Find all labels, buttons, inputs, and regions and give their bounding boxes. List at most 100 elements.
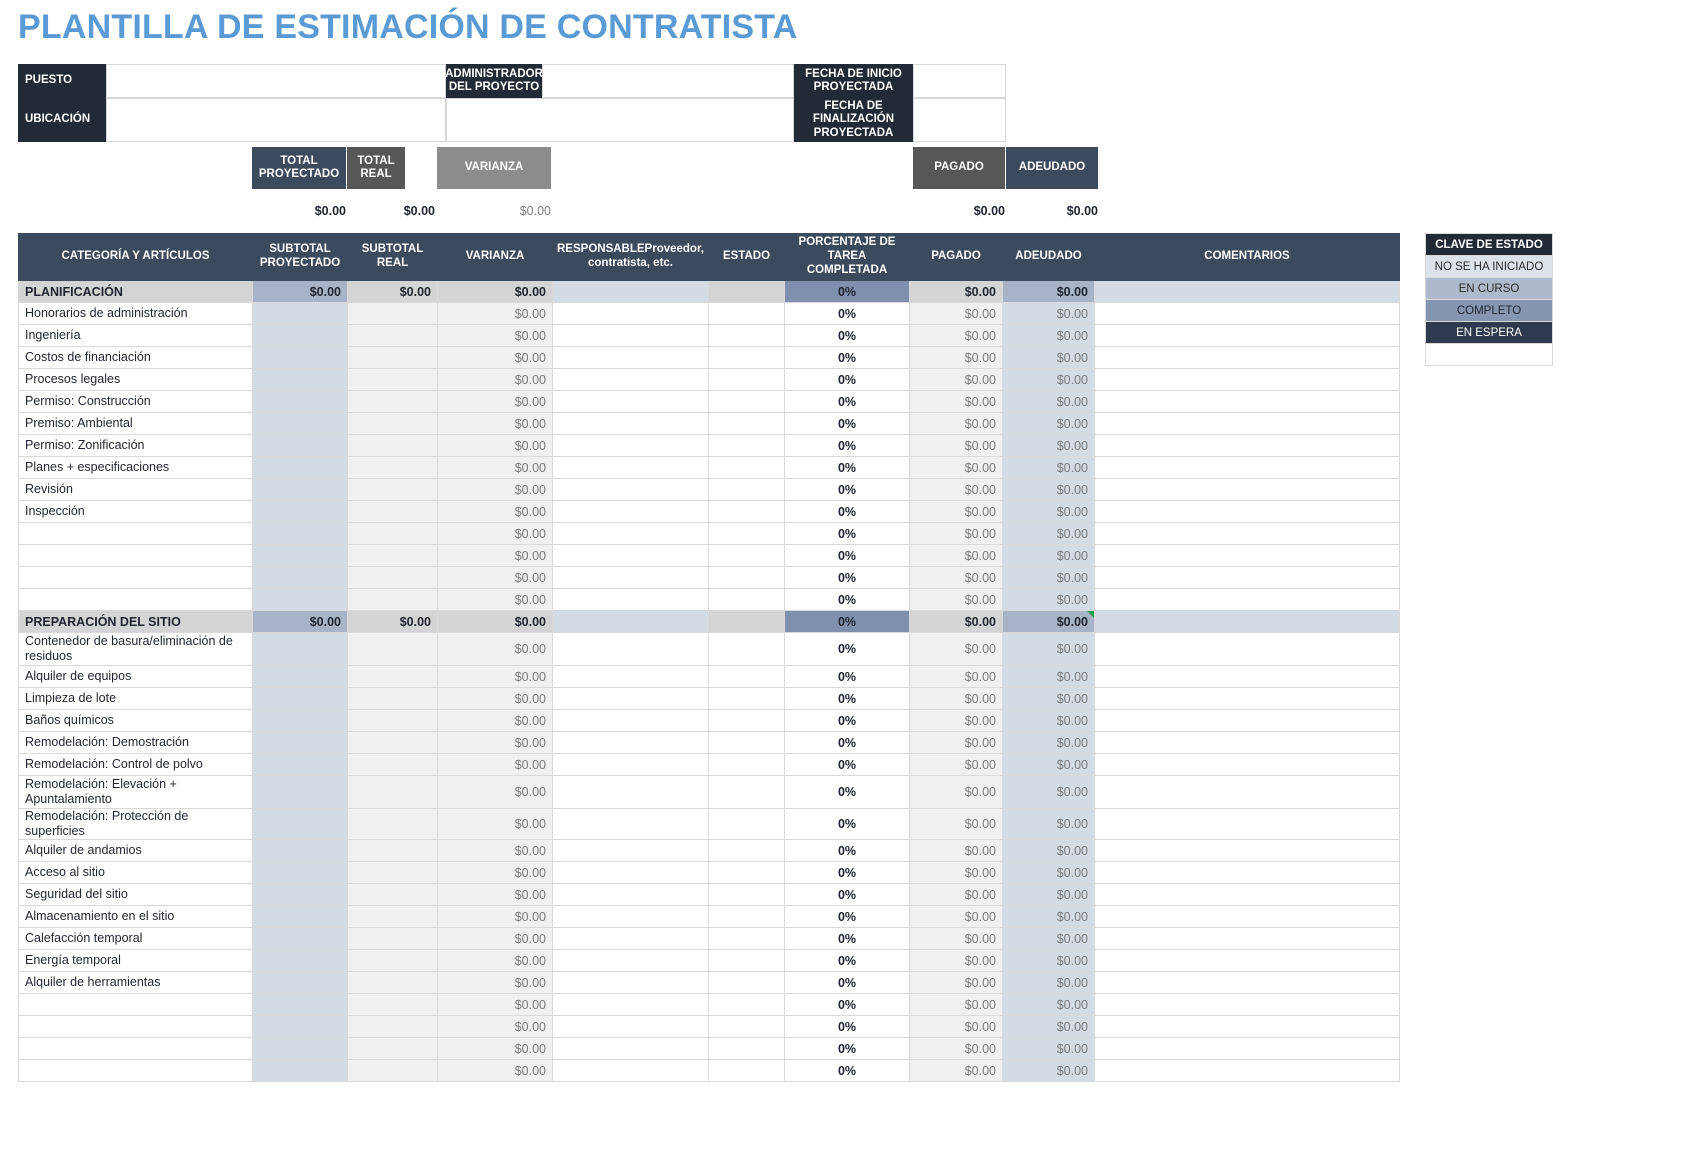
cell-estado[interactable]	[708, 861, 785, 884]
cell-estado[interactable]	[708, 949, 785, 972]
cell-estado[interactable]	[708, 456, 785, 479]
cell-responsable[interactable]	[552, 434, 709, 457]
cell-pagado[interactable]: $0.00	[909, 632, 1003, 666]
cell-pagado[interactable]: $0.00	[909, 500, 1003, 523]
cell-varianza[interactable]: $0.00	[437, 522, 553, 545]
cell-comentarios[interactable]	[1094, 971, 1400, 994]
cell-adeudado[interactable]: $0.00	[1002, 971, 1095, 994]
category-cell-name[interactable]: PREPARACIÓN DEL SITIO	[18, 610, 253, 633]
cell-estado[interactable]	[708, 390, 785, 413]
cell-varianza[interactable]: $0.00	[437, 775, 553, 809]
cell-comentarios[interactable]	[1094, 905, 1400, 928]
table-row[interactable]: Seguridad del sitio $0.00 0% $0.00 $0.00	[18, 883, 1400, 906]
cell-responsable[interactable]	[552, 478, 709, 501]
cell-real[interactable]	[347, 808, 438, 840]
cell-pagado[interactable]: $0.00	[909, 839, 1003, 862]
cell-proyectado[interactable]	[252, 775, 348, 809]
cell-proyectado[interactable]	[252, 1059, 348, 1082]
cell-estado[interactable]	[708, 346, 785, 369]
cell-proyectado[interactable]	[252, 544, 348, 567]
cell-adeudado[interactable]: $0.00	[1002, 632, 1095, 666]
cell-varianza[interactable]: $0.00	[437, 566, 553, 589]
cell-pagado[interactable]: $0.00	[909, 588, 1003, 611]
cell-porcentaje[interactable]: 0%	[784, 302, 910, 325]
cell-proyectado[interactable]	[252, 302, 348, 325]
cell-comentarios[interactable]	[1094, 731, 1400, 754]
cell-real[interactable]	[347, 905, 438, 928]
cell-comentarios[interactable]	[1094, 632, 1400, 666]
cell-real[interactable]	[347, 346, 438, 369]
cell-responsable[interactable]	[552, 775, 709, 809]
cell-proyectado[interactable]	[252, 566, 348, 589]
cell-adeudado[interactable]: $0.00	[1002, 665, 1095, 688]
cell-name[interactable]: Inspección	[18, 500, 253, 523]
table-row[interactable]: Alquiler de andamios $0.00 0% $0.00 $0.00	[18, 839, 1400, 862]
table-row[interactable]: Permiso: Zonificación $0.00 0% $0.00 $0.00	[18, 434, 1400, 457]
cell-name[interactable]	[18, 522, 253, 545]
cell-porcentaje[interactable]: 0%	[784, 544, 910, 567]
cell-adeudado[interactable]: $0.00	[1002, 687, 1095, 710]
cell-responsable[interactable]	[552, 883, 709, 906]
cell-pagado[interactable]: $0.00	[909, 949, 1003, 972]
cell-comentarios[interactable]	[1094, 434, 1400, 457]
cell-comentarios[interactable]	[1094, 412, 1400, 435]
cell-adeudado[interactable]: $0.00	[1002, 588, 1095, 611]
category-cell-porcentaje[interactable]: 0%	[784, 610, 910, 633]
table-row[interactable]: $0.00 0% $0.00 $0.00	[18, 1059, 1400, 1082]
table-row[interactable]: Honorarios de administración $0.00 0% $0.00…	[18, 302, 1400, 325]
cell-real[interactable]	[347, 949, 438, 972]
category-cell-porcentaje[interactable]: 0%	[784, 280, 910, 303]
cell-responsable[interactable]	[552, 1015, 709, 1038]
cell-porcentaje[interactable]: 0%	[784, 500, 910, 523]
category-row[interactable]: PLANIFICACIÓN $0.00 $0.00 $0.00 0% $0.00 $0.00	[18, 280, 1400, 303]
cell-porcentaje[interactable]: 0%	[784, 390, 910, 413]
cell-responsable[interactable]	[552, 839, 709, 862]
cell-proyectado[interactable]	[252, 753, 348, 776]
cell-real[interactable]	[347, 566, 438, 589]
cell-varianza[interactable]: $0.00	[437, 632, 553, 666]
cell-adeudado[interactable]: $0.00	[1002, 883, 1095, 906]
cell-porcentaje[interactable]: 0%	[784, 753, 910, 776]
cell-real[interactable]	[347, 544, 438, 567]
cell-responsable[interactable]	[552, 566, 709, 589]
cell-comentarios[interactable]	[1094, 544, 1400, 567]
cell-pagado[interactable]: $0.00	[909, 905, 1003, 928]
cell-name[interactable]: Energía temporal	[18, 949, 253, 972]
table-row[interactable]: Alquiler de herramientas $0.00 0% $0.00 $0.0…	[18, 971, 1400, 994]
cell-name[interactable]: Remodelación: Protección de superficies	[18, 808, 253, 840]
cell-real[interactable]	[347, 478, 438, 501]
cell-comentarios[interactable]	[1094, 456, 1400, 479]
cell-porcentaje[interactable]: 0%	[784, 434, 910, 457]
cell-varianza[interactable]: $0.00	[437, 808, 553, 840]
cell-pagado[interactable]: $0.00	[909, 709, 1003, 732]
cell-varianza[interactable]: $0.00	[437, 302, 553, 325]
cell-estado[interactable]	[708, 993, 785, 1016]
cell-name[interactable]: Calefacción temporal	[18, 927, 253, 950]
cell-real[interactable]	[347, 390, 438, 413]
cell-responsable[interactable]	[552, 905, 709, 928]
cell-comentarios[interactable]	[1094, 775, 1400, 809]
cell-real[interactable]	[347, 709, 438, 732]
cell-porcentaje[interactable]: 0%	[784, 731, 910, 754]
cell-proyectado[interactable]	[252, 927, 348, 950]
cell-porcentaje[interactable]: 0%	[784, 588, 910, 611]
cell-responsable[interactable]	[552, 861, 709, 884]
cell-name[interactable]: Honorarios de administración	[18, 302, 253, 325]
cell-estado[interactable]	[708, 544, 785, 567]
cell-name[interactable]: Costos de financiación	[18, 346, 253, 369]
cell-proyectado[interactable]	[252, 1037, 348, 1060]
cell-pagado[interactable]: $0.00	[909, 883, 1003, 906]
cell-proyectado[interactable]	[252, 665, 348, 688]
cell-proyectado[interactable]	[252, 390, 348, 413]
cell-varianza[interactable]: $0.00	[437, 665, 553, 688]
cell-porcentaje[interactable]: 0%	[784, 412, 910, 435]
category-cell-subtotal-real[interactable]: $0.00	[347, 280, 438, 303]
cell-real[interactable]	[347, 302, 438, 325]
cell-comentarios[interactable]	[1094, 927, 1400, 950]
cell-responsable[interactable]	[552, 753, 709, 776]
cell-real[interactable]	[347, 588, 438, 611]
cell-varianza[interactable]: $0.00	[437, 927, 553, 950]
cell-responsable[interactable]	[552, 731, 709, 754]
cell-responsable[interactable]	[552, 324, 709, 347]
cell-pagado[interactable]: $0.00	[909, 927, 1003, 950]
